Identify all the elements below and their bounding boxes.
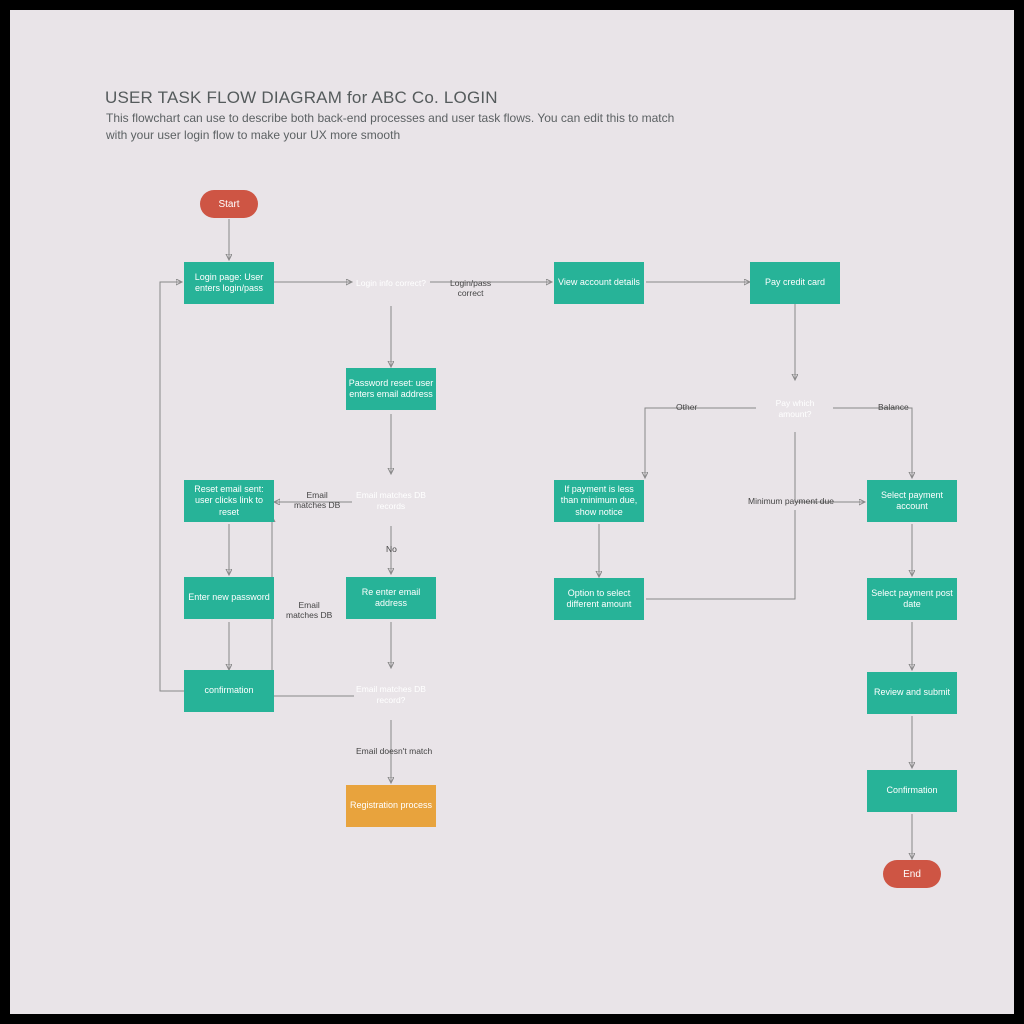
node-reset-email-sent: Reset email sent: user clicks link to re… [184, 480, 274, 522]
node-option-diff-amount: Option to select different amount [554, 578, 644, 620]
page-title: USER TASK FLOW DIAGRAM for ABC Co. LOGIN [105, 88, 498, 108]
node-select-account: Select payment account [867, 480, 957, 522]
node-login-page: Login page: User enters login/pass [184, 262, 274, 304]
label-other: Other [676, 402, 697, 412]
node-email-matches-db: Email matches DB records [347, 472, 435, 530]
node-login-info-correct: Login info correct? [347, 254, 435, 312]
node-select-post-date: Select payment post date [867, 578, 957, 620]
node-pay-cc: Pay credit card [750, 262, 840, 304]
node-reenter-email: Re enter email address [346, 577, 436, 619]
page-subtitle: This flowchart can use to describe both … [106, 110, 746, 145]
node-enter-new-password: Enter new password [184, 577, 274, 619]
node-pay-which-amount: Pay which amount? [751, 380, 839, 438]
node-review-submit: Review and submit [867, 672, 957, 714]
label-login-pass-correct: Login/pass correct [450, 278, 491, 298]
label-email-matches-db-2: Email matches DB [286, 600, 332, 620]
node-password-reset: Password reset: user enters email addres… [346, 368, 436, 410]
node-email-matches-db-2: Email matches DB record? [347, 666, 435, 724]
label-email-doesnt-match: Email doesn't match [356, 746, 432, 756]
node-less-than-min: If payment is less than minimum due, sho… [554, 480, 644, 522]
node-confirmation-2: Confirmation [867, 770, 957, 812]
node-start: Start [200, 190, 258, 218]
flow-connectors [10, 10, 1014, 1014]
label-min-payment-due: Minimum payment due [748, 496, 834, 506]
node-end: End [883, 860, 941, 888]
node-confirmation-1: confirmation [184, 670, 274, 712]
node-registration: Registration process [346, 785, 436, 827]
label-balance: Balance [878, 402, 909, 412]
label-no: No [386, 544, 397, 554]
node-view-account: View account details [554, 262, 644, 304]
label-email-matches-db: Email matches DB [294, 490, 340, 510]
